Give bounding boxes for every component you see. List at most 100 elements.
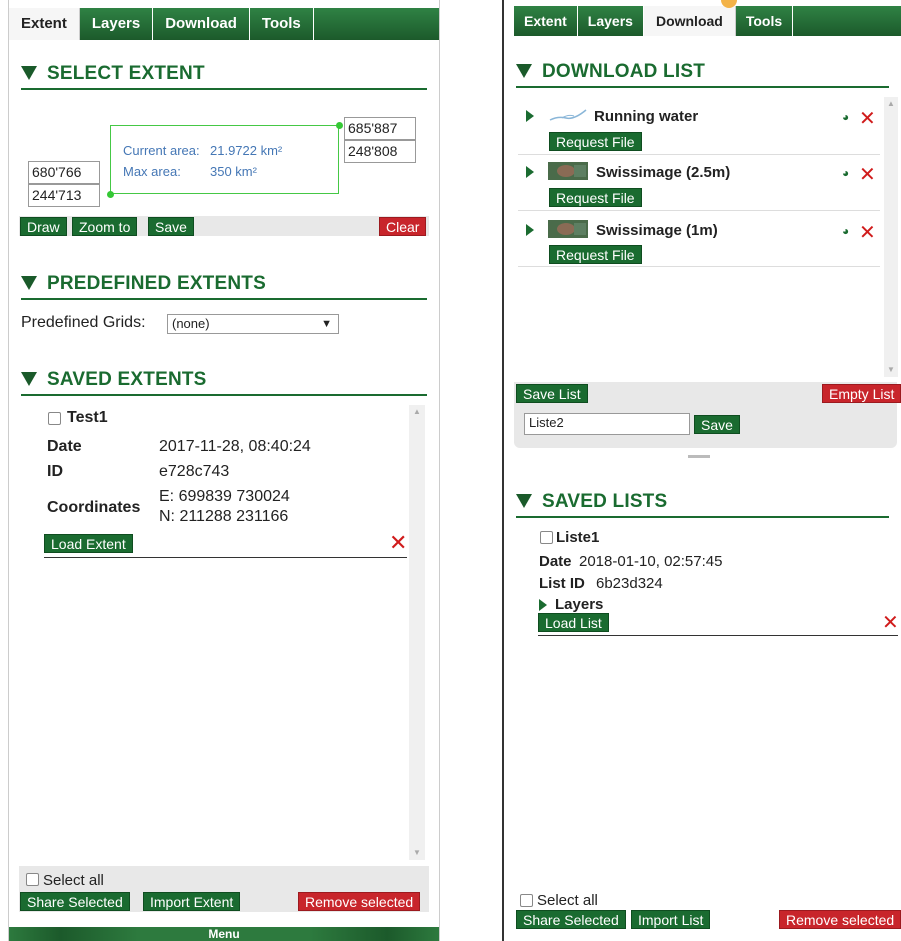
request-file-button[interactable]: Request File (549, 132, 642, 151)
remove-item-icon[interactable]: ✕ (859, 220, 876, 245)
saved-list-name: Liste1 (556, 529, 600, 546)
save-extent-button[interactable]: Save (148, 217, 194, 236)
zoom-to-layer-icon[interactable]: ◕ (842, 110, 849, 124)
current-area-label: Current area: (123, 143, 200, 158)
coord-top-right-x[interactable]: 685'887 (344, 117, 416, 140)
zoom-to-layer-icon[interactable]: ◕ (842, 224, 849, 238)
select-all-label: Select all (537, 892, 598, 909)
list-separator (518, 266, 880, 267)
download-list-header[interactable]: DOWNLOAD LIST (516, 60, 889, 88)
saved-list-checkbox[interactable] (540, 531, 553, 544)
predefined-grids-label: Predefined Grids: (21, 314, 146, 331)
section-title: PREDEFINED EXTENTS (47, 273, 266, 294)
select-extent-header[interactable]: SELECT EXTENT (21, 62, 427, 90)
zoom-to-layer-icon[interactable]: ◕ (842, 166, 849, 180)
date-value: 2017-11-28, 08:40:24 (159, 438, 311, 455)
resize-handle[interactable] (688, 455, 710, 458)
tab-extent[interactable]: Extent (514, 6, 578, 36)
coord-top-right-y[interactable]: 248'808 (344, 140, 416, 163)
coordinates-label: Coordinates (47, 499, 141, 516)
request-file-button[interactable]: Request File (549, 188, 642, 207)
id-label: ID (47, 463, 63, 480)
section-title: DOWNLOAD LIST (542, 61, 706, 82)
expand-triangle-icon[interactable] (539, 599, 547, 611)
tab-extent[interactable]: Extent (9, 8, 80, 40)
coordinates-north: N: 211288 231166 (159, 508, 289, 525)
scroll-down-icon[interactable]: ▼ (409, 846, 425, 860)
coord-bottom-left-y[interactable]: 244'713 (28, 184, 100, 207)
saved-extent-name: Test1 (67, 409, 108, 426)
expand-triangle-icon[interactable] (526, 110, 534, 122)
remove-item-icon[interactable]: ✕ (859, 106, 876, 131)
item-divider (538, 635, 898, 636)
load-list-button[interactable]: Load List (538, 613, 609, 632)
section-title: SAVED LISTS (542, 491, 668, 512)
swissimage-thumbnail (548, 220, 588, 238)
tab-layers[interactable]: Layers (79, 8, 154, 40)
draw-button[interactable]: Draw (20, 217, 67, 236)
date-value: 2018-01-10, 02:57:45 (579, 553, 723, 570)
list-separator (518, 154, 880, 155)
left-tabbar: Extent Layers Download Tools (9, 8, 439, 40)
select-all-checkbox[interactable] (26, 873, 39, 886)
save-list-name-button[interactable]: Save (694, 415, 740, 434)
scroll-up-icon[interactable]: ▲ (409, 405, 425, 419)
expand-triangle-icon[interactable] (526, 224, 534, 236)
tab-download[interactable]: Download (153, 8, 250, 40)
date-label: Date (539, 553, 572, 570)
section-title: SAVED EXTENTS (47, 369, 207, 390)
zoom-to-button[interactable]: Zoom to (72, 217, 138, 236)
expand-triangle-icon[interactable] (526, 166, 534, 178)
item-divider (44, 557, 407, 558)
download-panel: Extent Layers Download Tools DOWNLOAD LI… (502, 0, 901, 941)
empty-list-button[interactable]: Empty List (822, 384, 901, 403)
extent-panel: Extent Layers Download Tools SELECT EXTE… (8, 0, 440, 941)
request-file-button[interactable]: Request File (549, 245, 642, 264)
extent-rectangle (110, 125, 339, 194)
saved-lists-header[interactable]: SAVED LISTS (516, 490, 889, 518)
scroll-down-icon[interactable]: ▼ (884, 363, 898, 377)
share-selected-button[interactable]: Share Selected (20, 892, 130, 911)
section-title: SELECT EXTENT (47, 63, 205, 84)
save-list-button[interactable]: Save List (516, 384, 588, 403)
remove-item-icon[interactable]: ✕ (859, 162, 876, 187)
load-extent-button[interactable]: Load Extent (44, 534, 133, 553)
extent-corner-handle[interactable] (336, 122, 343, 129)
saved-extent-checkbox[interactable] (48, 412, 61, 425)
delete-extent-icon[interactable]: ✕ (389, 530, 407, 556)
collapse-triangle-icon (21, 66, 37, 80)
remove-selected-button[interactable]: Remove selected (779, 910, 901, 929)
tab-tools[interactable]: Tools (249, 8, 314, 40)
delete-list-icon[interactable]: ✕ (882, 610, 899, 635)
download-list-scrollbar[interactable]: ▲ ▼ (884, 97, 898, 377)
download-item-name: Running water (594, 108, 699, 125)
tabbar-filler (313, 8, 439, 40)
swissimage-thumbnail (548, 162, 588, 180)
scroll-up-icon[interactable]: ▲ (884, 97, 898, 111)
tab-tools[interactable]: Tools (735, 6, 794, 36)
collapse-triangle-icon (516, 64, 532, 78)
remove-selected-button[interactable]: Remove selected (298, 892, 421, 911)
id-value: e728c743 (159, 463, 230, 480)
list-id-value: 6b23d324 (596, 575, 663, 592)
clear-button[interactable]: Clear (379, 217, 427, 236)
share-selected-button[interactable]: Share Selected (516, 910, 626, 929)
tab-download[interactable]: Download (643, 6, 736, 36)
extent-corner-handle[interactable] (107, 191, 114, 198)
layers-toggle-label[interactable]: Layers (555, 596, 603, 613)
tab-layers[interactable]: Layers (577, 6, 644, 36)
predefined-grids-select[interactable]: (none) ▼ (167, 314, 339, 334)
saved-extents-scrollbar[interactable]: ▲ ▼ (409, 405, 425, 860)
predefined-extents-header[interactable]: PREDEFINED EXTENTS (21, 272, 427, 300)
list-id-label: List ID (539, 575, 585, 592)
select-all-checkbox[interactable] (520, 894, 533, 907)
download-item-name: Swissimage (1m) (596, 222, 718, 239)
tabbar-filler (793, 6, 901, 36)
menu-bar[interactable]: Menu (9, 927, 439, 941)
download-item-name: Swissimage (2.5m) (596, 164, 731, 181)
coord-bottom-left-x[interactable]: 680'766 (28, 161, 100, 184)
import-list-button[interactable]: Import List (631, 910, 711, 929)
list-name-input[interactable]: Liste2 (524, 413, 690, 435)
import-extent-button[interactable]: Import Extent (143, 892, 241, 911)
saved-extents-header[interactable]: SAVED EXTENTS (21, 368, 427, 396)
